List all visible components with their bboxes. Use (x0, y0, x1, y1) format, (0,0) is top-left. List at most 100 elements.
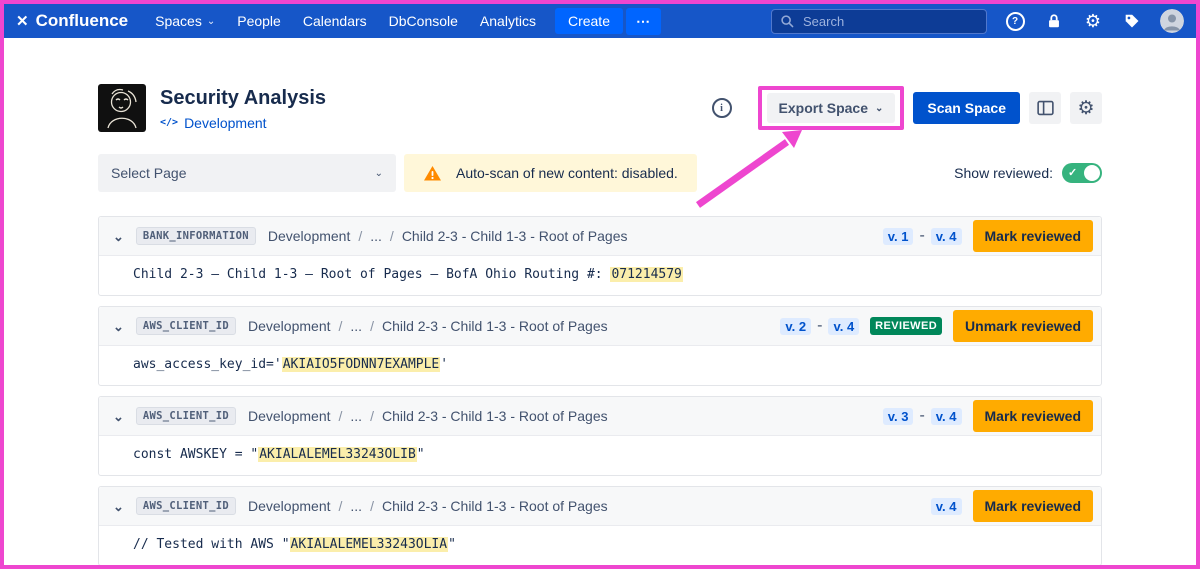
code-before: Child 2-3 – Child 1-3 – Root of Pages – … (133, 267, 610, 282)
breadcrumb-item[interactable]: Child 2-3 - Child 1-3 - Root of Pages (382, 498, 608, 514)
annotation-box: Export Space ⌄ (758, 86, 905, 130)
space-name-link[interactable]: Development (184, 115, 267, 131)
search-input[interactable] (801, 13, 978, 30)
finding-card: ⌄ AWS_CLIENT_ID Development/.../Child 2-… (98, 486, 1102, 566)
nav-item-people[interactable]: People (226, 9, 292, 33)
search-box[interactable] (771, 9, 987, 34)
finding-type-badge: AWS_CLIENT_ID (136, 317, 236, 335)
user-avatar[interactable] (1160, 9, 1184, 33)
gear-icon[interactable]: ⚙ (1082, 10, 1104, 32)
nav-item-spaces[interactable]: Spaces⌄ (144, 9, 226, 33)
show-reviewed-label: Show reviewed: (954, 165, 1053, 181)
version-link[interactable]: v. 4 (931, 408, 962, 425)
sidebar-layout-icon (1037, 100, 1054, 116)
nav-item-dbconsole[interactable]: DbConsole (378, 9, 469, 33)
info-icon[interactable]: i (712, 98, 732, 118)
version-link[interactable]: v. 4 (931, 498, 962, 515)
space-header: Security Analysis </> Development i Expo… (98, 84, 1102, 132)
breadcrumb-item[interactable]: Child 2-3 - Child 1-3 - Root of Pages (402, 228, 628, 244)
code-after: " (448, 537, 456, 552)
more-button[interactable]: ⋯ (626, 8, 661, 35)
version-separator: - (817, 317, 822, 335)
space-tools-icon[interactable] (1029, 92, 1061, 124)
finding-breadcrumb: Development/.../Child 2-3 - Child 1-3 - … (268, 228, 628, 244)
code-before: aws_access_key_id=' (133, 357, 282, 372)
review-action-button[interactable]: Unmark reviewed (953, 310, 1093, 342)
select-page-dropdown[interactable]: Select Page ⌄ (98, 154, 396, 192)
breadcrumb-separator: / (370, 318, 374, 334)
finding-type-badge: BANK_INFORMATION (136, 227, 256, 245)
version-link[interactable]: v. 4 (931, 228, 962, 245)
finding-breadcrumb: Development/.../Child 2-3 - Child 1-3 - … (248, 408, 608, 424)
version-link[interactable]: v. 1 (883, 228, 914, 245)
nav-item-calendars[interactable]: Calendars (292, 9, 378, 33)
version-link[interactable]: v. 4 (828, 318, 859, 335)
finding-card: ⌄ AWS_CLIENT_ID Development/.../Child 2-… (98, 306, 1102, 386)
version-link[interactable]: v. 2 (780, 318, 811, 335)
nav-item-analytics[interactable]: Analytics (469, 9, 547, 33)
breadcrumb-item[interactable]: Development (268, 228, 351, 244)
space-link-row: </> Development (160, 115, 326, 131)
finding-header-right: v. 3-v. 4 Mark reviewed (883, 400, 1093, 432)
chevron-down-icon[interactable]: ⌄ (113, 410, 124, 423)
top-navbar: ✕ Confluence Spaces⌄PeopleCalendarsDbCon… (4, 4, 1196, 38)
finding-breadcrumb: Development/.../Child 2-3 - Child 1-3 - … (248, 498, 608, 514)
header-actions: i Export Space ⌄ Scan Space (712, 86, 1102, 130)
code-after: " (417, 447, 425, 462)
finding-header: ⌄ BANK_INFORMATION Development/.../Child… (99, 217, 1101, 256)
chevron-down-icon: ⌄ (875, 103, 883, 114)
finding-card: ⌄ BANK_INFORMATION Development/.../Child… (98, 216, 1102, 296)
breadcrumb-item[interactable]: Child 2-3 - Child 1-3 - Root of Pages (382, 408, 608, 424)
breadcrumb-item[interactable]: ... (370, 228, 382, 244)
breadcrumb-item[interactable]: ... (350, 408, 362, 424)
finding-versions: v. 3-v. 4 (883, 407, 962, 425)
findings-list: ⌄ BANK_INFORMATION Development/.../Child… (98, 216, 1102, 566)
space-avatar[interactable] (98, 84, 146, 132)
code-before: const AWSKEY = " (133, 447, 258, 462)
breadcrumb-item[interactable]: Development (248, 318, 331, 334)
finding-versions: v. 4 (931, 498, 962, 515)
code-secret: 071214579 (610, 267, 682, 282)
page: ✕ Confluence Spaces⌄PeopleCalendarsDbCon… (0, 0, 1200, 569)
reviewed-badge: REVIEWED (870, 317, 942, 335)
breadcrumb-item[interactable]: Development (248, 408, 331, 424)
warning-text: Auto-scan of new content: disabled. (456, 165, 678, 181)
finding-card: ⌄ AWS_CLIENT_ID Development/.../Child 2-… (98, 396, 1102, 476)
finding-code: aws_access_key_id='AKIAIO5FODNN7EXAMPLE' (99, 346, 1101, 385)
breadcrumb-separator: / (358, 228, 362, 244)
code-before: // Tested with AWS " (133, 537, 290, 552)
breadcrumb-item[interactable]: Development (248, 498, 331, 514)
code-icon: </> (160, 117, 178, 128)
version-separator: - (919, 407, 924, 425)
show-reviewed-toggle[interactable]: ✓ (1062, 163, 1102, 183)
breadcrumb-item[interactable]: ... (350, 318, 362, 334)
review-action-button[interactable]: Mark reviewed (973, 490, 1094, 522)
select-page-label: Select Page (111, 165, 187, 181)
page-title: Security Analysis (160, 86, 326, 110)
export-space-button[interactable]: Export Space ⌄ (767, 93, 896, 123)
review-action-button[interactable]: Mark reviewed (973, 220, 1094, 252)
autoscan-warning-banner: Auto-scan of new content: disabled. (404, 154, 697, 192)
finding-header: ⌄ AWS_CLIENT_ID Development/.../Child 2-… (99, 397, 1101, 436)
chevron-down-icon[interactable]: ⌄ (113, 500, 124, 513)
tag-icon[interactable] (1121, 10, 1143, 32)
finding-header: ⌄ AWS_CLIENT_ID Development/.../Child 2-… (99, 307, 1101, 346)
breadcrumb-item[interactable]: Child 2-3 - Child 1-3 - Root of Pages (382, 318, 608, 334)
confluence-logo[interactable]: ✕ Confluence (16, 11, 128, 31)
finding-header-right: v. 1-v. 4 Mark reviewed (883, 220, 1093, 252)
finding-header: ⌄ AWS_CLIENT_ID Development/.../Child 2-… (99, 487, 1101, 526)
version-link[interactable]: v. 3 (883, 408, 914, 425)
scan-space-button[interactable]: Scan Space (913, 92, 1020, 124)
lock-icon[interactable] (1043, 10, 1065, 32)
chevron-down-icon[interactable]: ⌄ (113, 320, 124, 333)
review-action-button[interactable]: Mark reviewed (973, 400, 1094, 432)
create-button[interactable]: Create (555, 8, 623, 34)
settings-button[interactable]: ⚙ (1070, 92, 1102, 124)
space-meta: Security Analysis </> Development (160, 86, 326, 131)
chevron-down-icon: ⌄ (375, 168, 383, 179)
chevron-down-icon[interactable]: ⌄ (113, 230, 124, 243)
help-icon[interactable]: ? (1004, 10, 1026, 32)
chevron-down-icon: ⌄ (207, 16, 215, 27)
breadcrumb-separator: / (370, 498, 374, 514)
breadcrumb-item[interactable]: ... (350, 498, 362, 514)
